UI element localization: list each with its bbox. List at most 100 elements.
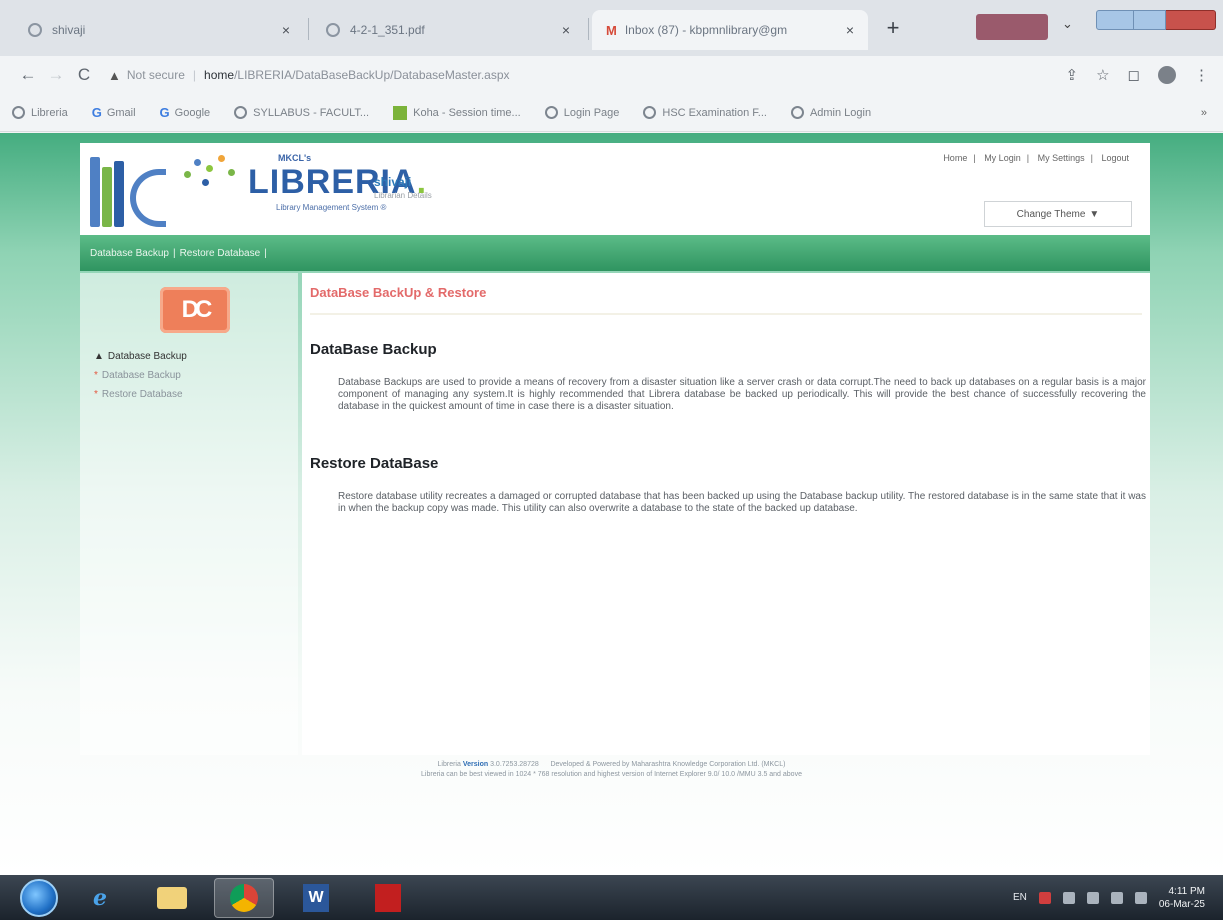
clock[interactable]: 4:11 PM 06-Mar-25 [1159, 885, 1205, 911]
clock-time: 4:11 PM [1168, 885, 1206, 897]
word-icon[interactable]: W [286, 878, 346, 918]
network-icon[interactable] [1086, 891, 1099, 904]
bookmarks-overflow-icon[interactable]: » [1201, 107, 1223, 119]
windows-taskbar: e W EN 4:11 PM 06-Mar-25 [0, 875, 1223, 920]
globe-icon [643, 106, 657, 119]
sidebar-menu: ▲ Database Backup * Database Backup * Rest… [94, 351, 187, 408]
new-tab-button[interactable]: + [880, 16, 906, 42]
logo-dots [180, 151, 240, 191]
tab-separator [308, 18, 309, 40]
bookmark-label: HSC Examination F... [662, 106, 767, 119]
warning-icon[interactable]: ▲ [108, 68, 121, 83]
antivirus-icon[interactable] [1038, 891, 1051, 904]
bookmark-item[interactable]: Libreria [12, 106, 68, 119]
globe-icon [28, 23, 42, 37]
globe-icon [12, 106, 25, 119]
footer-line-2: Libreria can be best viewed in 1024 * 76… [421, 771, 802, 778]
sidebar-item-label: Database Backup [101, 370, 181, 381]
nav-restore-database[interactable]: Restore Database [180, 248, 261, 259]
extension-icon[interactable] [1158, 66, 1176, 84]
nav-database-backup[interactable]: Database Backup [90, 248, 169, 259]
bullet-icon: * [94, 370, 98, 381]
pdf-reader-icon[interactable] [358, 878, 418, 918]
bookmark-item[interactable]: SYLLABUS - FACULT... [234, 106, 369, 119]
change-theme-label: Change Theme [1016, 208, 1086, 220]
url-path: /LIBRERIA/DataBaseBackUp/DatabaseMaster.… [234, 68, 510, 82]
forward-icon[interactable]: → [42, 65, 70, 85]
tab-title: shivaji [52, 23, 86, 37]
link-separator: | [1026, 153, 1030, 163]
libreria-logo-icon [90, 151, 180, 227]
tab-close-icon[interactable]: × [282, 22, 290, 38]
footer-prefix: Libreria [437, 761, 461, 768]
globe-icon [790, 106, 804, 119]
main-content: DataBase BackUp & Restore DataBase Backu… [302, 273, 1150, 755]
bookmark-item[interactable]: Admin Login [790, 106, 871, 119]
internet-explorer-icon[interactable]: e [70, 878, 130, 918]
profile-button[interactable] [976, 14, 1048, 40]
tab-inbox[interactable]: M Inbox (87) - kbpmnlibrary@gm × [592, 10, 868, 50]
share-icon[interactable]: ⇪ [1066, 66, 1079, 84]
link-separator: | [973, 153, 976, 163]
backup-heading: DataBase Backup [310, 341, 437, 358]
sidebar-item-database-backup[interactable]: * Database Backup [94, 370, 187, 381]
tab-close-icon[interactable]: × [562, 22, 570, 38]
bullet-icon: * [94, 389, 98, 400]
notification-icon[interactable] [1134, 891, 1147, 904]
my-settings-link[interactable]: My Settings [1038, 153, 1085, 163]
bookmark-label: Google [174, 106, 211, 119]
back-icon[interactable]: ← [14, 65, 42, 85]
volume-icon[interactable] [1110, 891, 1123, 904]
collapse-arrow-icon: ▲ [94, 351, 104, 362]
bookmark-star-icon[interactable]: ☆ [1096, 66, 1109, 84]
system-tray: EN 4:11 PM 06-Mar-25 [1013, 885, 1223, 911]
flag-icon[interactable] [1062, 891, 1075, 904]
title-divider [310, 313, 1142, 315]
minimize-button[interactable] [1096, 10, 1134, 30]
logo-subtitle: Library Management System ® [276, 203, 387, 212]
caret-down-icon: ▼ [1089, 208, 1100, 220]
menu-icon[interactable]: ⋮ [1194, 66, 1209, 84]
footer-line-1: Libreria Version 3.0.7253.28728 Develope… [0, 760, 1223, 770]
window-controls [1096, 10, 1216, 30]
security-label[interactable]: Not secure [127, 68, 185, 82]
tab-title: 4-2-1_351.pdf [350, 23, 425, 37]
chrome-icon[interactable] [214, 877, 274, 918]
footer-version-label[interactable]: Version [463, 761, 488, 768]
nav-separator: | [264, 247, 267, 259]
my-login-link[interactable]: My Login [984, 153, 1021, 163]
tab-search-icon[interactable]: ⌄ [1062, 16, 1073, 32]
google-icon: G [91, 105, 102, 120]
bookmark-item[interactable]: G Google [160, 105, 211, 120]
link-separator: | [1090, 153, 1093, 163]
home-link[interactable]: Home [943, 153, 967, 163]
user-role: Librarian Details [374, 191, 432, 200]
bookmark-label: Gmail [106, 106, 136, 119]
logo-brand-top: MKCL's [278, 153, 312, 163]
language-indicator[interactable]: EN [1013, 892, 1027, 903]
logout-link[interactable]: Logout [1101, 153, 1129, 163]
close-window-button[interactable] [1166, 10, 1216, 30]
change-theme-button[interactable]: Change Theme ▼ [984, 201, 1132, 227]
bookmark-item[interactable]: Login Page [544, 106, 619, 119]
site-header: MKCL's LIBRERIA. Library Management Syst… [80, 143, 1150, 235]
sidebar-heading[interactable]: ▲ Database Backup [94, 351, 187, 362]
footer-credit: Developed & Powered by Maharashtra Knowl… [550, 761, 786, 768]
reload-icon[interactable]: C [70, 65, 98, 85]
sidebar-item-restore-database[interactable]: * Restore Database [94, 389, 187, 400]
file-explorer-icon[interactable] [142, 878, 202, 918]
side-panel-icon[interactable]: ◻ [1128, 66, 1140, 84]
address-separator: | [192, 68, 197, 82]
browser-toolbar: ← → C ▲ Not secure | home/LIBRERIA/DataB… [0, 56, 1223, 94]
tab-close-icon[interactable]: × [846, 22, 854, 38]
bookmark-label: Koha - Session time... [413, 106, 521, 119]
address-bar[interactable]: ▲ Not secure | home/LIBRERIA/DataBaseBac… [108, 62, 1008, 88]
start-button[interactable] [20, 878, 58, 917]
maximize-button[interactable] [1134, 10, 1166, 30]
bookmark-item[interactable]: Koha - Session time... [393, 105, 521, 120]
bookmark-item[interactable]: G Gmail [92, 105, 136, 120]
tab-pdf[interactable]: 4-2-1_351.pdf × [312, 10, 584, 50]
tab-shivaji[interactable]: shivaji × [14, 10, 304, 50]
google-icon: G [159, 105, 170, 120]
bookmark-item[interactable]: HSC Examination F... [643, 106, 767, 119]
